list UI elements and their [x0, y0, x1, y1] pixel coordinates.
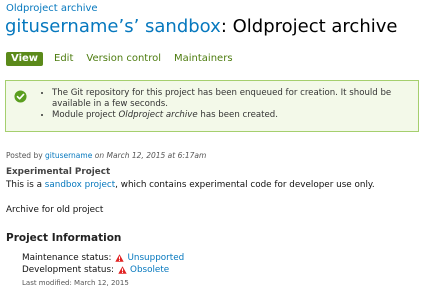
- sandbox-owner-link[interactable]: gitusername’s’ sandbox: [5, 16, 221, 37]
- development-status-label: Development status:: [22, 265, 115, 275]
- warning-triangle-icon: [115, 254, 125, 262]
- page-title: gitusername’s’ sandbox: Oldproject archi…: [5, 14, 397, 40]
- breadcrumb[interactable]: Oldproject archive: [6, 3, 98, 14]
- development-status-link[interactable]: Obsolete: [130, 265, 169, 275]
- maintenance-status: Maintenance status: Unsupported: [22, 253, 184, 263]
- last-modified: Last modified: March 12, 2015: [22, 279, 129, 287]
- maintenance-status-link[interactable]: Unsupported: [127, 253, 184, 263]
- project-description: Archive for old project: [6, 205, 104, 215]
- maintenance-status-label: Maintenance status:: [22, 253, 112, 263]
- message-list: The Git repository for this project has …: [42, 88, 408, 121]
- project-name-emphasis: Oldproject archive: [118, 110, 198, 120]
- project-information-heading: Project Information: [6, 232, 122, 244]
- check-circle-icon: [14, 90, 27, 103]
- sandbox-project-link[interactable]: sandbox project: [45, 180, 115, 190]
- experimental-heading: Experimental Project: [6, 167, 111, 177]
- post-date: March 12, 2015 at 6:17am: [106, 151, 207, 160]
- experimental-description: This is a sandbox project, which contain…: [6, 180, 375, 190]
- submitted-info: Posted by gitusername on March 12, 2015 …: [6, 151, 207, 160]
- breadcrumb-link[interactable]: Oldproject archive: [6, 3, 98, 14]
- tab-maintainers[interactable]: Maintainers: [174, 52, 233, 66]
- project-name: : Oldproject archive: [220, 16, 398, 37]
- development-status: Development status: Obsolete: [22, 265, 169, 275]
- message-item: Module project Oldproject archive has be…: [52, 110, 408, 121]
- tab-edit[interactable]: Edit: [54, 52, 73, 66]
- tab-version-control[interactable]: Version control: [86, 52, 161, 66]
- tab-bar: View Edit Version control Maintainers: [6, 52, 246, 66]
- author-link[interactable]: gitusername: [45, 151, 92, 160]
- status-message: The Git repository for this project has …: [5, 80, 419, 132]
- warning-triangle-icon: [118, 266, 127, 274]
- tab-view[interactable]: View: [6, 52, 44, 66]
- message-item: The Git repository for this project has …: [52, 88, 408, 110]
